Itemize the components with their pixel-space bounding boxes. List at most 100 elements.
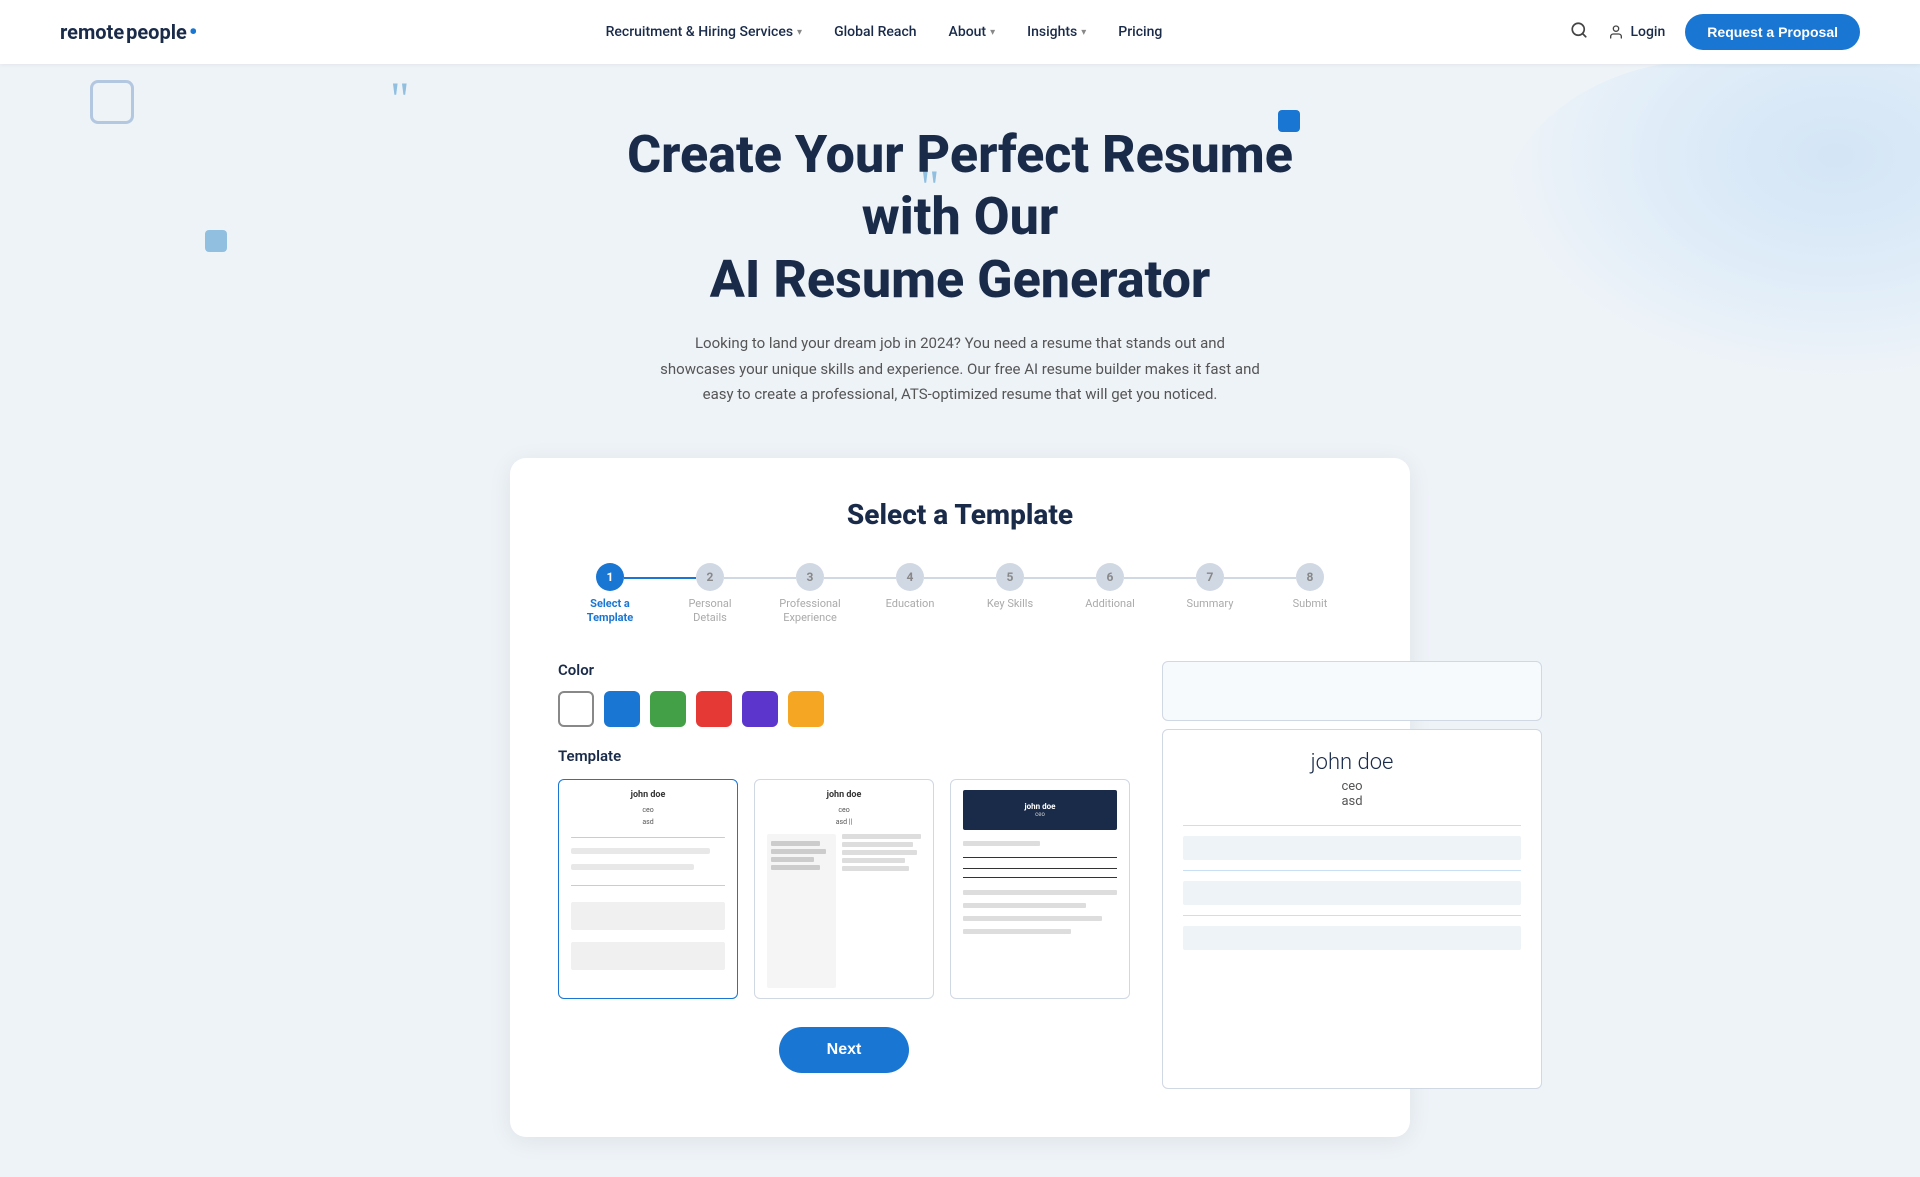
step-circle-8: 8 — [1296, 563, 1324, 591]
site-logo[interactable]: remotepeople• — [60, 20, 197, 44]
thumb-1-subtitle: asd — [571, 818, 725, 826]
hero-title-line1: Create Your Perfect Resume with Our — [627, 124, 1293, 247]
template-thumb-2[interactable]: john doe ceo asd || — [754, 779, 934, 999]
user-icon — [1608, 24, 1624, 40]
step-label-7: Summary — [1187, 597, 1234, 611]
preview-divider-1 — [1183, 825, 1521, 826]
step-circle-7: 7 — [1196, 563, 1224, 591]
step-2: 2 PersonalDetails — [660, 563, 760, 626]
chevron-down-icon: ▾ — [990, 27, 995, 38]
step-3: 3 ProfessionalExperience — [760, 563, 860, 626]
thumb-2-name: john doe — [767, 790, 921, 800]
template-thumb-1[interactable]: john doe ceo asd — [558, 779, 738, 999]
color-swatch-green[interactable] — [650, 691, 686, 727]
preview-block-3 — [1183, 926, 1521, 950]
color-swatch-white[interactable] — [558, 691, 594, 727]
step-circle-4: 4 — [896, 563, 924, 591]
thumb-3-title: ceo — [1035, 811, 1045, 818]
step-label-6: Additional — [1085, 597, 1135, 611]
thumb-2-right-line4 — [842, 858, 905, 863]
preview-role: ceo — [1183, 779, 1521, 794]
color-swatch-orange[interactable] — [788, 691, 824, 727]
color-swatch-purple[interactable] — [742, 691, 778, 727]
thumb-3-line1 — [963, 841, 1040, 846]
step-label-2: PersonalDetails — [688, 597, 731, 626]
thumb-1-name: john doe — [571, 790, 725, 800]
thumb-3-line5 — [963, 929, 1071, 934]
thumb-2-col-line2 — [771, 849, 826, 854]
stepper: 1 Select aTemplate 2 PersonalDetails 3 P… — [558, 563, 1362, 626]
thumb-2-subtitle: asd || — [767, 818, 921, 826]
nav-insights-label: Insights — [1027, 24, 1077, 40]
nav-item-pricing[interactable]: Pricing — [1118, 24, 1162, 40]
login-button[interactable]: Login — [1608, 24, 1665, 40]
thumb-2-col-line4 — [771, 865, 820, 870]
color-swatch-red[interactable] — [696, 691, 732, 727]
step-circle-1: 1 — [596, 563, 624, 591]
step-6: 6 Additional — [1060, 563, 1160, 611]
step-label-4: Education — [886, 597, 935, 611]
thumb-2-col-left — [767, 834, 836, 988]
thumb-3-header: john doe ceo — [963, 790, 1117, 830]
thumb-3-line4 — [963, 916, 1102, 921]
hero-section: Create Your Perfect Resume with Our AI R… — [0, 64, 1920, 438]
request-proposal-button[interactable]: Request a Proposal — [1685, 14, 1860, 50]
color-swatches — [558, 691, 1130, 727]
step-1: 1 Select aTemplate — [560, 563, 660, 626]
template-thumb-3[interactable]: john doe ceo — [950, 779, 1130, 999]
card-title: Select a Template — [558, 498, 1362, 531]
preview-divider-3 — [1183, 915, 1521, 916]
step-label-5: Key Skills — [987, 597, 1033, 611]
nav-about-label: About — [949, 24, 987, 40]
thumb-3-line3 — [963, 903, 1086, 908]
templates-grid: john doe ceo asd john doe ceo asd || — [558, 779, 1130, 999]
thumb-3-divider3 — [963, 877, 1117, 878]
next-button[interactable]: Next — [779, 1027, 910, 1073]
thumb-3-name: john doe — [1025, 802, 1056, 811]
hero-title: Create Your Perfect Resume with Our AI R… — [610, 124, 1310, 311]
thumb-2-col-right — [842, 834, 921, 988]
navbar: remotepeople• Recruitment & Hiring Servi… — [0, 0, 1920, 64]
step-label-8: Submit — [1293, 597, 1328, 611]
hero-title-line2: AI Resume Generator — [710, 249, 1211, 310]
preview-block-1 — [1183, 836, 1521, 860]
color-swatch-blue[interactable] — [604, 691, 640, 727]
step-7: 7 Summary — [1160, 563, 1260, 611]
thumb-1-divider — [571, 885, 725, 886]
nav-item-insights[interactable]: Insights ▾ — [1027, 24, 1086, 40]
preview-name: john doe — [1183, 750, 1521, 775]
step-circle-3: 3 — [796, 563, 824, 591]
logo-remote: remote — [60, 20, 124, 44]
right-panel: john doe ceo asd — [1162, 661, 1542, 1089]
thumb-3-line2 — [963, 890, 1117, 895]
thumb-2-right-line1 — [842, 834, 921, 839]
logo-people: people — [126, 20, 187, 44]
resume-preview: john doe ceo asd — [1162, 729, 1542, 1089]
nav-links: Recruitment & Hiring Services ▾ Global R… — [606, 24, 1163, 40]
step-label-3: ProfessionalExperience — [779, 597, 840, 626]
thumb-2-right-line2 — [842, 842, 913, 847]
nav-item-about[interactable]: About ▾ — [949, 24, 996, 40]
nav-item-recruitment[interactable]: Recruitment & Hiring Services ▾ — [606, 24, 803, 40]
template-section-label: Template — [558, 747, 1130, 765]
preview-top-bar — [1162, 661, 1542, 721]
step-circle-5: 5 — [996, 563, 1024, 591]
thumb-1-line3 — [571, 864, 694, 870]
thumb-2-right-line3 — [842, 850, 917, 855]
nav-right: Login Request a Proposal — [1570, 14, 1860, 50]
thumb-2-title: ceo — [767, 806, 921, 814]
preview-divider-2 — [1183, 870, 1521, 871]
step-circle-2: 2 — [696, 563, 724, 591]
resume-builder-card: Select a Template 1 Select aTemplate 2 P… — [510, 458, 1410, 1138]
hero-subtitle: Looking to land your dream job in 2024? … — [660, 331, 1260, 408]
step-5: 5 Key Skills — [960, 563, 1060, 611]
nav-item-global[interactable]: Global Reach — [834, 24, 916, 40]
thumb-1-block1 — [571, 902, 725, 930]
thumb-3-divider2 — [963, 868, 1117, 869]
logo-dot: • — [189, 20, 198, 44]
content-area: Color Template john doe ceo asd — [558, 661, 1362, 1089]
thumb-2-col-line3 — [771, 857, 814, 862]
nav-recruitment-label: Recruitment & Hiring Services — [606, 24, 793, 40]
search-icon[interactable] — [1570, 21, 1588, 43]
login-label: Login — [1630, 24, 1665, 40]
